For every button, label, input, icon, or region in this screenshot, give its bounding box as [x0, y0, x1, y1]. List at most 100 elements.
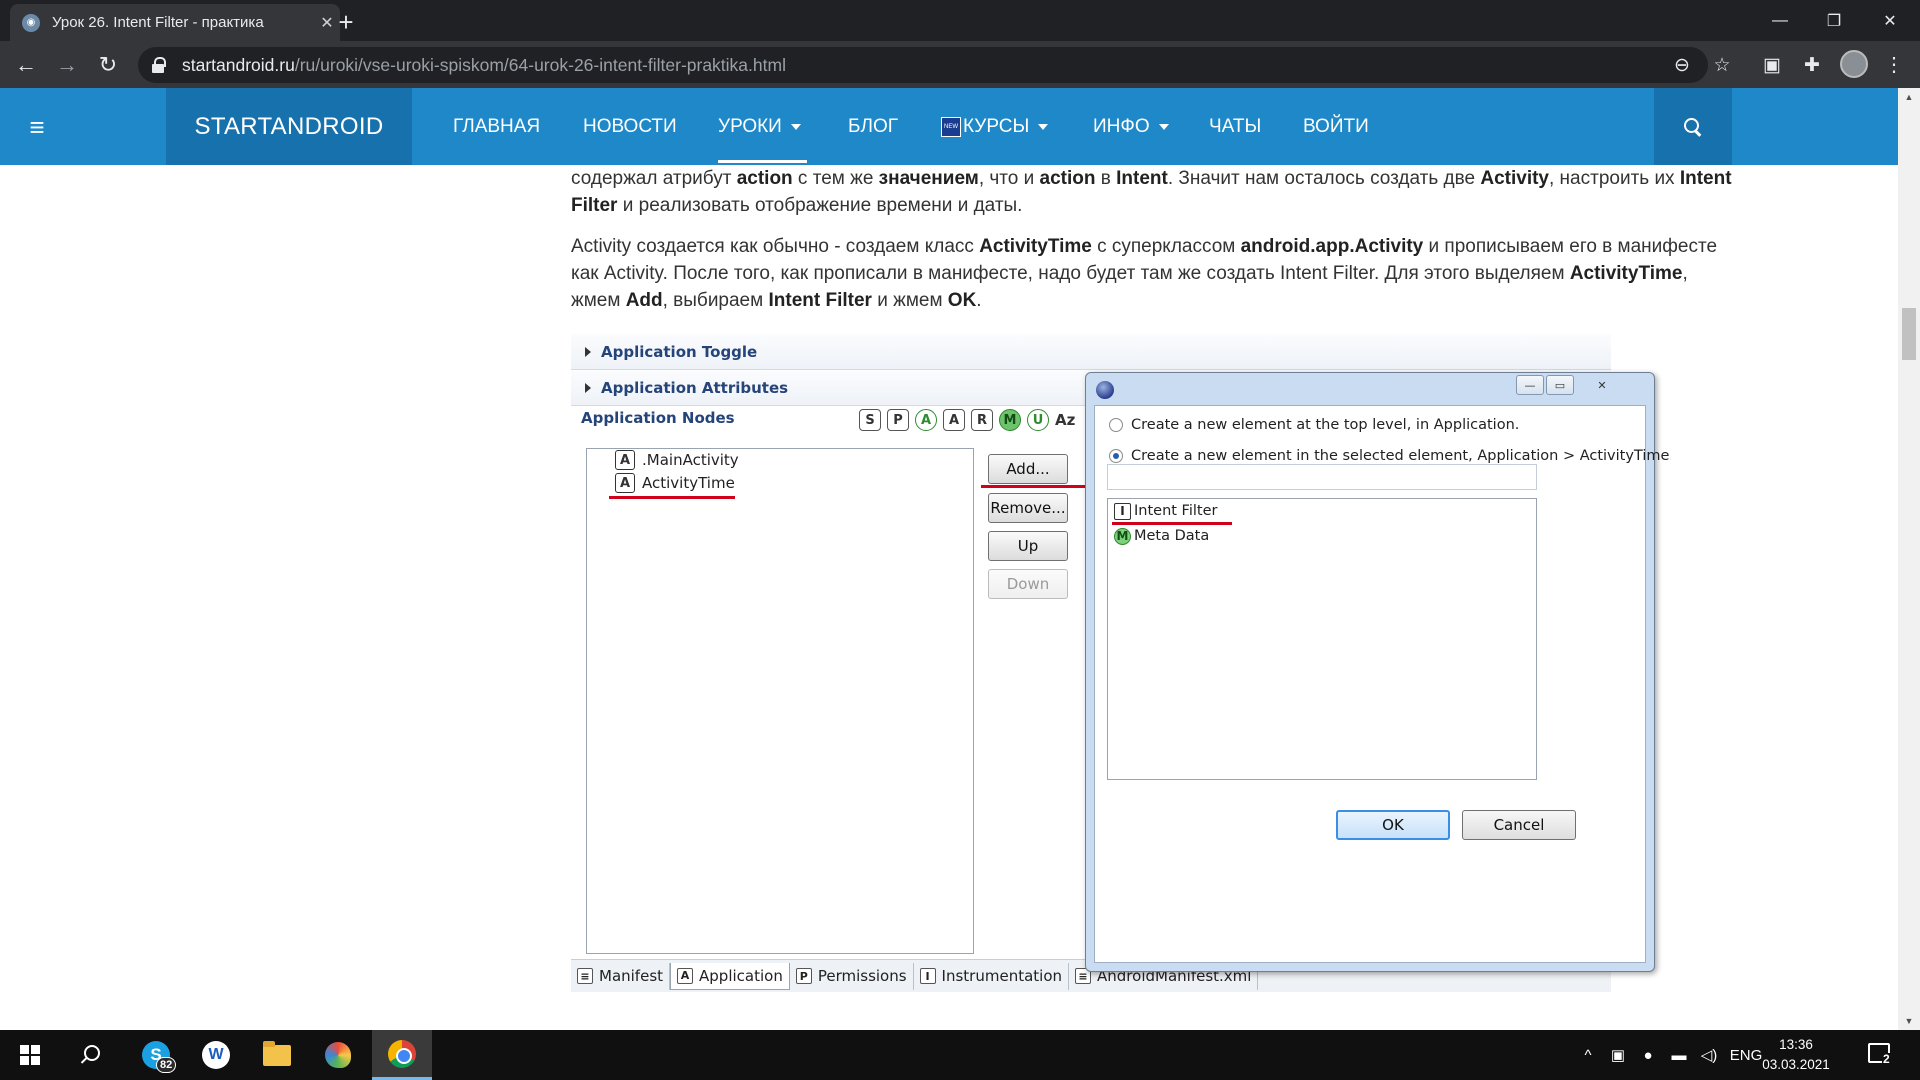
search-icon	[80, 1045, 100, 1065]
taskbar-file-explorer[interactable]	[249, 1030, 305, 1080]
minimize-window-icon[interactable]: —	[1752, 0, 1808, 41]
add-button: Add...	[988, 454, 1068, 484]
meet-now-icon[interactable]: ▣	[1604, 1030, 1632, 1080]
text-run: и реализовать отображение времени и даты…	[617, 195, 1023, 216]
battery-icon[interactable]: ▬	[1664, 1030, 1694, 1080]
browser-menu-icon[interactable]: ⋮	[1884, 51, 1904, 79]
tab-title: Урок 26. Intent Filter - практика	[52, 14, 264, 31]
nav-item-lessons-label: УРОКИ	[718, 115, 782, 137]
browser-tab-strip: ◉ Урок 26. Intent Filter - практика ✕ + …	[0, 0, 1920, 41]
volume-icon[interactable]: ◁)	[1694, 1030, 1724, 1080]
nodes-header: Application Nodes	[581, 409, 735, 427]
lock-icon[interactable]	[152, 57, 166, 73]
remove-button: Remove...	[988, 493, 1068, 523]
extensions-puzzle-icon[interactable]: ✚	[1796, 47, 1828, 83]
nav-item-courses[interactable]: NEW КУРСЫ	[941, 88, 1049, 165]
expand-triangle-icon	[585, 346, 591, 357]
site-navigation: ≡ STARTANDROID ГЛАВНАЯ НОВОСТИ УРОКИ БЛО…	[0, 88, 1898, 165]
microphone-icon[interactable]: ●	[1634, 1030, 1662, 1080]
restore-window-icon[interactable]: ❐	[1806, 0, 1862, 41]
text-run: , что и	[978, 168, 1040, 189]
intent-filter-icon: I	[1114, 502, 1131, 520]
nav-item-info[interactable]: ИНФО	[1093, 88, 1169, 165]
article-paragraph: Activity создается как обычно - создаем …	[571, 233, 1741, 314]
scrollbar-thumb[interactable]	[1902, 308, 1916, 360]
tree-node: A .MainActivity	[615, 449, 739, 471]
nav-item-login[interactable]: ВОЙТИ	[1303, 88, 1369, 165]
activity-icon: A	[615, 473, 635, 493]
section-application-toggle: Application Toggle	[571, 334, 1611, 370]
new-badge-icon: NEW	[941, 116, 961, 137]
editor-tab: A Application	[670, 962, 790, 990]
tree-node-label: ActivityTime	[642, 474, 735, 492]
close-window-icon[interactable]: ✕	[1862, 0, 1918, 41]
word-icon: W	[202, 1041, 230, 1069]
bold-term: значением	[878, 168, 979, 189]
up-button: Up	[988, 531, 1068, 561]
taskbar-word[interactable]: W	[188, 1030, 244, 1080]
extension-profile-icon[interactable]: ▣	[1756, 47, 1788, 83]
zoom-icon[interactable]: ⊖	[1666, 47, 1698, 83]
nav-item-blog[interactable]: БЛОГ	[848, 88, 898, 165]
scroll-up-icon[interactable]: ▲	[1898, 88, 1920, 106]
cancel-button: Cancel	[1462, 810, 1576, 840]
hamburger-menu-icon[interactable]: ≡	[22, 112, 52, 142]
editor-tab-label: Instrumentation	[941, 967, 1063, 985]
activity-icon: A	[615, 450, 635, 470]
bookmark-star-icon[interactable]: ☆	[1706, 47, 1738, 83]
filter-a-icon: A	[943, 409, 965, 431]
page-scrollbar[interactable]: ▲ ▼	[1898, 88, 1920, 1030]
sort-az-icon: Az	[1055, 409, 1076, 431]
site-search-button[interactable]	[1654, 88, 1732, 165]
dialog-filter-field	[1107, 464, 1537, 490]
list-item-label: Meta Data	[1134, 528, 1210, 544]
application-nodes-tree: A .MainActivity A ActivityTime	[586, 448, 974, 954]
radio-unchecked-icon	[1109, 418, 1123, 432]
windows-logo-icon	[20, 1045, 40, 1065]
taskbar-skype[interactable]: S 82	[128, 1030, 184, 1080]
paint-icon	[325, 1042, 351, 1068]
article-screenshot: Application Toggle Application Attribute…	[571, 334, 1671, 994]
skype-icon: S 82	[142, 1041, 177, 1073]
bold-term: Intent	[1116, 168, 1168, 189]
forward-arrow-icon[interactable]: →	[51, 49, 83, 81]
start-button[interactable]	[2, 1030, 58, 1080]
nav-item-chats[interactable]: ЧАТЫ	[1209, 88, 1261, 165]
profile-avatar[interactable]	[1840, 50, 1868, 78]
dialog-minimize-icon: —	[1516, 375, 1544, 395]
editor-tab-label: Manifest	[599, 967, 664, 985]
list-item: M Meta Data	[1114, 526, 1209, 546]
section-title: Application Toggle	[601, 342, 758, 361]
back-arrow-icon[interactable]: ←	[10, 49, 42, 81]
meta-data-icon: M	[1114, 527, 1131, 545]
clock-date: 03.03.2021	[1762, 1057, 1830, 1072]
browser-tab[interactable]: ◉ Урок 26. Intent Filter - практика ✕	[10, 4, 340, 41]
reload-icon[interactable]: ↻	[92, 49, 124, 81]
article-paragraph: содержал атрибут action с тем же значени…	[571, 165, 1741, 219]
nav-item-lessons[interactable]: УРОКИ	[718, 88, 807, 165]
red-underline	[981, 485, 1085, 488]
editor-tab-label: Permissions	[817, 967, 907, 985]
site-logo[interactable]: STARTANDROID	[166, 88, 412, 165]
taskbar-paint[interactable]	[310, 1030, 366, 1080]
address-bar[interactable]: startandroid.ru/ru/uroki/vse-uroki-spisk…	[138, 47, 1708, 83]
nav-item-news[interactable]: НОВОСТИ	[583, 88, 677, 165]
dialog-close-icon: ✕	[1597, 378, 1607, 392]
list-item: I Intent Filter	[1114, 501, 1217, 521]
nav-item-home[interactable]: ГЛАВНАЯ	[453, 88, 540, 165]
element-type-list: I Intent Filter M Meta Data	[1107, 498, 1537, 780]
notification-center-icon[interactable]: 2	[1868, 1043, 1891, 1065]
filter-r-icon: R	[971, 409, 993, 431]
tray-overflow-icon[interactable]: ^	[1576, 1030, 1600, 1080]
text-run: с тем же	[792, 168, 879, 189]
bold-term: action	[736, 168, 793, 189]
bold-term: action	[1039, 168, 1096, 189]
taskbar-clock[interactable]: 13:36 03.03.2021	[1758, 1035, 1834, 1075]
text-run: , выбираем	[662, 290, 769, 311]
taskbar-chrome[interactable]	[372, 1030, 432, 1080]
scroll-down-icon[interactable]: ▼	[1898, 1012, 1920, 1030]
taskbar-search-button[interactable]	[62, 1030, 118, 1080]
new-tab-button[interactable]: +	[326, 4, 366, 40]
editor-tab: I Instrumentation	[914, 962, 1070, 990]
radio-label: Create a new element in the selected ele…	[1131, 448, 1671, 464]
